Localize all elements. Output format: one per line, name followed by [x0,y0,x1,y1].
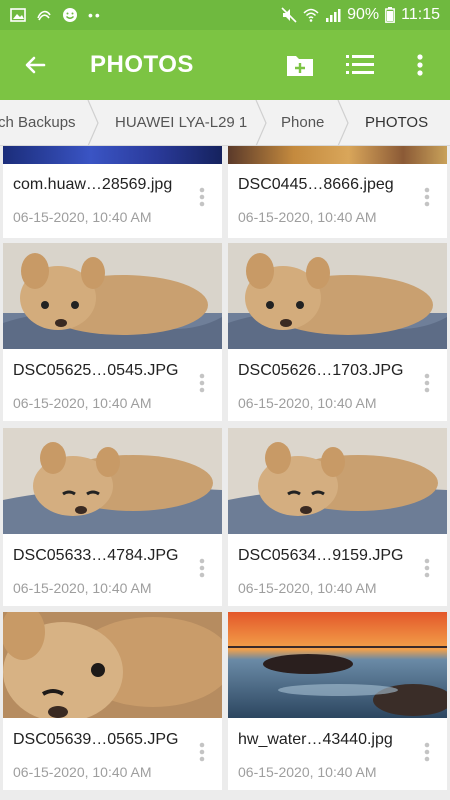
more-vert-icon [424,373,430,393]
new-folder-icon [287,56,313,76]
signal-icon [326,9,341,22]
breadcrumb: ch Backups HUAWEI LYA-L29 1 Phone PHOTOS [0,100,450,146]
file-date: 06-15-2020, 10:40 AM [13,580,152,596]
thumbnail-image [3,146,222,164]
back-button[interactable] [0,30,70,100]
file-card[interactable]: hw_water…43440.jpg 06-15-2020, 10:40 AM [228,612,447,790]
file-name: DSC05639…0565.JPG [13,731,179,748]
thumbnail-image [228,612,447,718]
file-date: 06-15-2020, 10:40 AM [13,395,152,411]
file-date: 06-15-2020, 10:40 AM [238,580,377,596]
gallery-icon [10,8,26,22]
file-menu-button[interactable] [190,368,214,398]
file-name: DSC05633…4784.JPG [13,547,179,564]
seagate-icon [37,10,51,21]
new-folder-button[interactable] [270,30,330,100]
file-name: DSC0445…8666.jpeg [238,176,394,193]
status-bar: •• 90% 11:15 [0,0,450,30]
file-card[interactable]: DSC0445…8666.jpeg 06-15-2020, 10:40 AM [228,146,447,238]
file-grid: com.huaw…28569.jpg 06-15-2020, 10:40 AM … [0,146,450,800]
file-card[interactable]: com.huaw…28569.jpg 06-15-2020, 10:40 AM [3,146,222,238]
chevron-right-icon [255,100,267,145]
clock: 11:15 [401,6,440,23]
file-menu-button[interactable] [190,182,214,212]
file-name: DSC05634…9159.JPG [238,547,404,564]
more-vert-icon [199,187,205,207]
thumbnail-image [3,428,222,534]
more-vert-icon [199,742,205,762]
list-view-icon [346,55,374,74]
file-card[interactable]: DSC05639…0565.JPG 06-15-2020, 10:40 AM [3,612,222,790]
file-menu-button[interactable] [190,553,214,583]
file-date: 06-15-2020, 10:40 AM [13,209,152,225]
thumbnail-image [228,146,447,164]
wifi-icon [303,8,319,22]
file-card[interactable]: DSC05634…9159.JPG 06-15-2020, 10:40 AM [228,428,447,606]
breadcrumb-item-phone[interactable]: Phone [281,100,324,145]
file-name: DSC05626…1703.JPG [238,362,404,379]
file-name: com.huaw…28569.jpg [13,176,173,193]
list-view-button[interactable] [330,30,390,100]
file-date: 06-15-2020, 10:40 AM [238,395,377,411]
file-menu-button[interactable] [415,182,439,212]
battery-icon [385,7,396,23]
mute-icon [281,7,297,23]
file-date: 06-15-2020, 10:40 AM [238,209,377,225]
more-vert-icon [424,187,430,207]
battery-percent: 90% [347,6,380,23]
file-menu-button[interactable] [190,737,214,767]
more-vert-icon [199,373,205,393]
back-arrow-icon [25,56,46,74]
file-card[interactable]: DSC05625…0545.JPG 06-15-2020, 10:40 AM [3,243,222,421]
chevron-right-icon [87,100,99,145]
file-card[interactable]: DSC05633…4784.JPG 06-15-2020, 10:40 AM [3,428,222,606]
breadcrumb-item-backups[interactable]: ch Backups [0,100,76,145]
breadcrumb-item-device[interactable]: HUAWEI LYA-L29 1 [115,100,247,145]
file-date: 06-15-2020, 10:40 AM [13,764,152,780]
file-name: hw_water…43440.jpg [238,731,393,748]
more-vert-icon [424,742,430,762]
more-vert-icon [417,54,423,76]
overflow-menu-button[interactable] [390,30,450,100]
file-name: DSC05625…0545.JPG [13,362,179,379]
file-card[interactable]: DSC05626…1703.JPG 06-15-2020, 10:40 AM [228,243,447,421]
app-bar: PHOTOS [0,30,450,100]
more-notifications-icon: •• [88,7,102,23]
file-menu-button[interactable] [415,553,439,583]
more-vert-icon [199,558,205,578]
thumbnail-image [3,612,222,718]
thumbnail-image [228,428,447,534]
file-menu-button[interactable] [415,737,439,767]
breadcrumb-item-current: PHOTOS [365,114,429,131]
smiley-icon [63,8,77,22]
page-title: PHOTOS [90,51,194,78]
chevron-right-icon [337,100,349,145]
file-menu-button[interactable] [415,368,439,398]
more-vert-icon [424,558,430,578]
file-date: 06-15-2020, 10:40 AM [238,764,377,780]
thumbnail-image [228,243,447,349]
thumbnail-image [3,243,222,349]
